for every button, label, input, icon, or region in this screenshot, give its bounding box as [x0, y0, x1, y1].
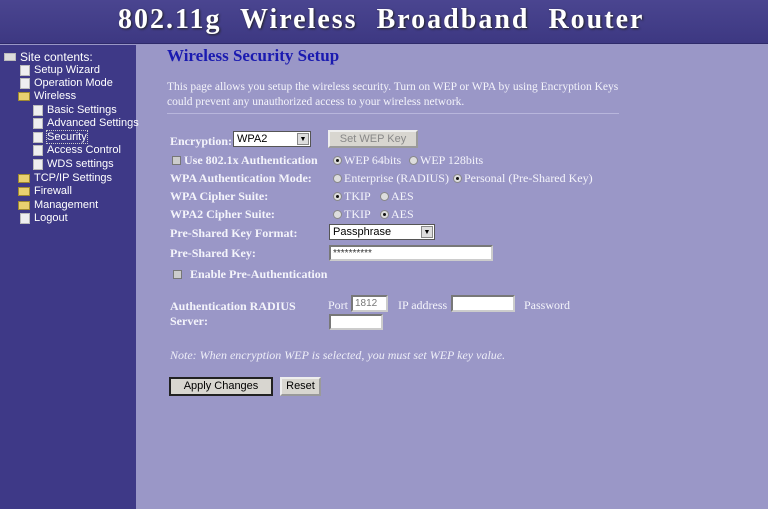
sidebar-item-tcpip-settings[interactable]: TCP/IP Settings — [18, 172, 112, 184]
wep128-radio[interactable]: WEP 128bits — [409, 153, 483, 168]
psk-label: Pre-Shared Key: — [170, 246, 256, 260]
ip-address-label: IP address — [398, 298, 448, 312]
wpa-cipher-label: WPA Cipher Suite: — [170, 189, 269, 203]
reset-button[interactable]: Reset — [280, 377, 321, 396]
wpa2-aes-checkbox[interactable]: AES — [380, 207, 414, 222]
folder-icon — [18, 173, 30, 183]
sidebar-item-access-control[interactable]: Access Control — [33, 144, 121, 156]
radius-label-2: Server: — [170, 314, 208, 328]
page-icon — [20, 64, 30, 76]
header-banner: 802.11g Wireless Broadband Router — [0, 0, 768, 44]
radius-password-input[interactable] — [329, 314, 383, 330]
sidebar-item-wireless[interactable]: Wireless — [18, 90, 76, 102]
sidebar-title: Site contents: — [4, 50, 93, 64]
page-icon — [33, 144, 43, 156]
divider — [167, 113, 619, 114]
ip-address-input[interactable] — [451, 295, 515, 312]
folder-icon — [18, 200, 30, 210]
page-icon — [33, 158, 43, 170]
wep64-radio[interactable]: WEP 64bits — [333, 153, 401, 168]
page-icon — [33, 104, 43, 116]
port-label: Port — [328, 298, 349, 312]
wep-note: Note: When encryption WEP is selected, y… — [170, 348, 506, 362]
radius-label: Authentication RADIUS — [170, 299, 296, 313]
sidebar-item-basic-settings[interactable]: Basic Settings — [33, 104, 117, 116]
enterprise-radio[interactable]: Enterprise (RADIUS) — [333, 171, 449, 186]
psk-input[interactable]: ********** — [329, 245, 493, 261]
page-icon — [20, 212, 30, 224]
sidebar: Site contents: Setup Wizard Operation Mo… — [0, 45, 139, 509]
sidebar-item-wds-settings[interactable]: WDS settings — [33, 158, 114, 170]
sidebar-item-logout[interactable]: Logout — [20, 212, 68, 224]
sidebar-item-setup-wizard[interactable]: Setup Wizard — [20, 64, 100, 76]
sidebar-item-management[interactable]: Management — [18, 199, 98, 211]
wpa-tkip-checkbox[interactable]: TKIP — [333, 189, 371, 204]
apply-changes-button[interactable]: Apply Changes — [169, 377, 273, 396]
encryption-label: Encryption: — [170, 134, 233, 148]
chevron-down-icon: ▼ — [421, 226, 433, 238]
page-title: Wireless Security Setup — [167, 46, 340, 65]
personal-radio[interactable]: Personal (Pre-Shared Key) — [453, 171, 593, 186]
wpa2-tkip-checkbox[interactable]: TKIP — [333, 207, 371, 222]
sidebar-item-security[interactable]: Security — [33, 130, 88, 144]
page-icon — [33, 131, 43, 143]
password-label: Password — [524, 298, 571, 312]
folder-open-icon — [18, 91, 30, 101]
page-icon — [33, 117, 43, 129]
header-title: 802.11g Wireless Broadband Router — [118, 4, 645, 35]
sidebar-item-operation-mode[interactable]: Operation Mode — [20, 77, 113, 89]
port-input[interactable]: 1812 — [351, 295, 388, 312]
chevron-down-icon: ▼ — [297, 133, 309, 145]
sidebar-item-firewall[interactable]: Firewall — [18, 185, 72, 197]
set-wep-key-button[interactable]: Set WEP Key — [328, 130, 418, 148]
wpa2-cipher-label: WPA2 Cipher Suite: — [170, 207, 275, 221]
psk-format-select[interactable]: Passphrase ▼ — [329, 224, 435, 240]
sidebar-item-advanced-settings[interactable]: Advanced Settings — [33, 117, 139, 129]
wpa-aes-checkbox[interactable]: AES — [380, 189, 414, 204]
pre-auth-checkbox[interactable]: Enable Pre-Authentication — [173, 267, 327, 282]
folder-icon — [18, 186, 30, 196]
page-icon — [20, 77, 30, 89]
tree-icon — [4, 53, 16, 61]
use-8021x-checkbox[interactable]: Use 802.1x Authentication — [172, 153, 318, 168]
page-description: This page allows you setup the wireless … — [167, 81, 619, 108]
psk-format-label: Pre-Shared Key Format: — [170, 226, 298, 240]
encryption-select[interactable]: WPA2 ▼ — [233, 131, 311, 147]
wpa-auth-mode-label: WPA Authentication Mode: — [170, 171, 312, 185]
